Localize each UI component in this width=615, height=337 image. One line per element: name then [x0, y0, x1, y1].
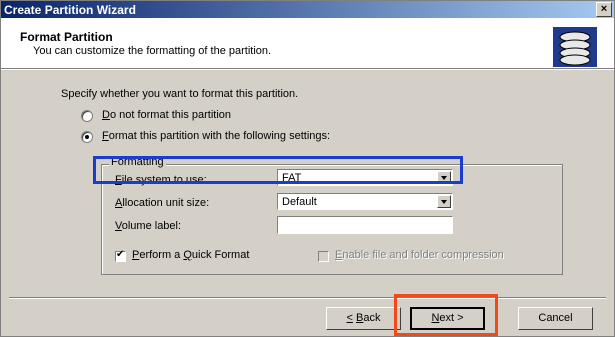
volume-label-label: Volume label: [115, 220, 182, 232]
title-bar[interactable]: Create Partition Wizard × [1, 1, 614, 18]
next-button-highlight [394, 294, 498, 336]
wizard-header: Format Partition You can customize the f… [1, 18, 614, 69]
close-button[interactable]: × [596, 2, 612, 17]
header-divider [1, 69, 614, 70]
intro-text: Specify whether you want to format this … [61, 88, 299, 100]
radio-dot[interactable] [81, 110, 93, 122]
allocation-unit-label: Allocation unit size: [115, 197, 210, 209]
allocation-unit-value: Default [282, 196, 317, 208]
compression-checkbox [318, 251, 329, 262]
button-separator [9, 297, 606, 299]
radio-dot[interactable] [81, 131, 93, 143]
cancel-button[interactable]: Cancel [518, 307, 593, 330]
radio-label: Do not format this partition [102, 109, 232, 121]
quick-format-checkbox[interactable] [115, 249, 126, 262]
allocation-unit-select[interactable]: Default [277, 193, 453, 210]
file-system-highlight [93, 156, 463, 184]
window-title: Create Partition Wizard [4, 3, 136, 17]
disk-stack-icon [553, 27, 597, 67]
quick-format-label: Perform a Quick Format [132, 249, 250, 261]
wizard-window: Create Partition Wizard × Format Partiti… [0, 0, 615, 337]
volume-label-input[interactable] [277, 216, 453, 234]
chevron-down-icon[interactable] [437, 195, 451, 208]
radio-label: Format this partition with the following… [102, 130, 331, 142]
back-button[interactable]: < Back [326, 307, 401, 330]
page-subtitle: You can customize the formatting of the … [33, 45, 272, 57]
compression-label: Enable file and folder compression [335, 249, 504, 261]
page-title: Format Partition [20, 30, 113, 44]
